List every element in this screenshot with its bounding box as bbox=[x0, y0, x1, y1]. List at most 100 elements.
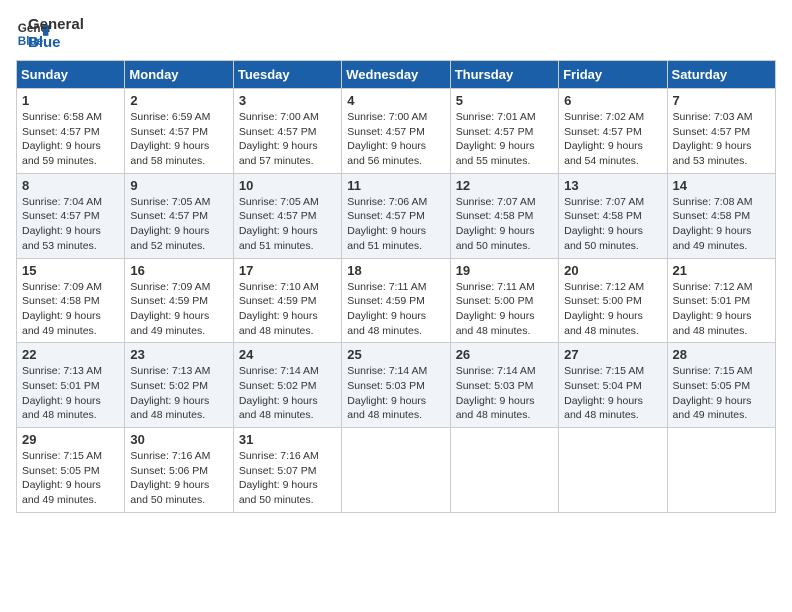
day-number: 1 bbox=[22, 93, 119, 108]
col-header-sunday: Sunday bbox=[17, 61, 125, 89]
day-number: 14 bbox=[673, 178, 770, 193]
calendar-cell: 19 Sunrise: 7:11 AMSunset: 5:00 PMDayligh… bbox=[450, 258, 558, 343]
calendar-cell bbox=[559, 428, 667, 513]
day-info: Sunrise: 6:58 AMSunset: 4:57 PMDaylight:… bbox=[22, 111, 102, 167]
day-info: Sunrise: 7:03 AMSunset: 4:57 PMDaylight:… bbox=[673, 111, 753, 167]
calendar-cell: 18 Sunrise: 7:11 AMSunset: 4:59 PMDayligh… bbox=[342, 258, 450, 343]
day-number: 21 bbox=[673, 263, 770, 278]
calendar-cell: 21 Sunrise: 7:12 AMSunset: 5:01 PMDayligh… bbox=[667, 258, 775, 343]
day-info: Sunrise: 7:14 AMSunset: 5:03 PMDaylight:… bbox=[456, 365, 536, 421]
day-number: 19 bbox=[456, 263, 553, 278]
day-number: 23 bbox=[130, 347, 227, 362]
week-row-3: 15 Sunrise: 7:09 AMSunset: 4:58 PMDayligh… bbox=[17, 258, 776, 343]
day-info: Sunrise: 7:08 AMSunset: 4:58 PMDaylight:… bbox=[673, 196, 753, 252]
day-info: Sunrise: 6:59 AMSunset: 4:57 PMDaylight:… bbox=[130, 111, 210, 167]
calendar-cell: 4 Sunrise: 7:00 AMSunset: 4:57 PMDaylight… bbox=[342, 89, 450, 174]
calendar-cell: 31 Sunrise: 7:16 AMSunset: 5:07 PMDayligh… bbox=[233, 428, 341, 513]
day-info: Sunrise: 7:00 AMSunset: 4:57 PMDaylight:… bbox=[347, 111, 427, 167]
day-number: 20 bbox=[564, 263, 661, 278]
calendar-cell: 10Sunrise: 7:05 AMSunset: 4:57 PMDayligh… bbox=[233, 173, 341, 258]
day-number: 31 bbox=[239, 432, 336, 447]
day-number: 16 bbox=[130, 263, 227, 278]
day-info: Sunrise: 7:09 AMSunset: 4:58 PMDaylight:… bbox=[22, 281, 102, 337]
day-info: Sunrise: 7:06 AMSunset: 4:57 PMDaylight:… bbox=[347, 196, 427, 252]
logo-general: General bbox=[28, 16, 84, 34]
week-row-5: 29 Sunrise: 7:15 AMSunset: 5:05 PMDayligh… bbox=[17, 428, 776, 513]
day-info: Sunrise: 7:00 AMSunset: 4:57 PMDaylight:… bbox=[239, 111, 319, 167]
day-number: 18 bbox=[347, 263, 444, 278]
calendar-cell: 16 Sunrise: 7:09 AMSunset: 4:59 PMDayligh… bbox=[125, 258, 233, 343]
day-info: Sunrise: 7:01 AMSunset: 4:57 PMDaylight:… bbox=[456, 111, 536, 167]
calendar-cell: 2 Sunrise: 6:59 AMSunset: 4:57 PMDaylight… bbox=[125, 89, 233, 174]
calendar-cell: 26 Sunrise: 7:14 AMSunset: 5:03 PMDayligh… bbox=[450, 343, 558, 428]
day-info: Sunrise: 7:16 AMSunset: 5:07 PMDaylight:… bbox=[239, 450, 319, 506]
day-info: Sunrise: 7:07 AMSunset: 4:58 PMDaylight:… bbox=[456, 196, 536, 252]
day-info: Sunrise: 7:15 AMSunset: 5:04 PMDaylight:… bbox=[564, 365, 644, 421]
calendar-cell: 30 Sunrise: 7:16 AMSunset: 5:06 PMDayligh… bbox=[125, 428, 233, 513]
day-info: Sunrise: 7:14 AMSunset: 5:02 PMDaylight:… bbox=[239, 365, 319, 421]
calendar-cell: 17Sunrise: 7:10 AMSunset: 4:59 PMDayligh… bbox=[233, 258, 341, 343]
day-number: 30 bbox=[130, 432, 227, 447]
calendar-cell: 29 Sunrise: 7:15 AMSunset: 5:05 PMDayligh… bbox=[17, 428, 125, 513]
day-info: Sunrise: 7:13 AMSunset: 5:02 PMDaylight:… bbox=[130, 365, 210, 421]
logo: General Blue General Blue bbox=[16, 16, 84, 52]
day-info: Sunrise: 7:15 AMSunset: 5:05 PMDaylight:… bbox=[22, 450, 102, 506]
day-number: 28 bbox=[673, 347, 770, 362]
day-number: 24 bbox=[239, 347, 336, 362]
col-header-monday: Monday bbox=[125, 61, 233, 89]
calendar-cell bbox=[450, 428, 558, 513]
day-number: 5 bbox=[456, 93, 553, 108]
day-info: Sunrise: 7:14 AMSunset: 5:03 PMDaylight:… bbox=[347, 365, 427, 421]
day-info: Sunrise: 7:04 AMSunset: 4:57 PMDaylight:… bbox=[22, 196, 102, 252]
calendar-cell: 13 Sunrise: 7:07 AMSunset: 4:58 PMDayligh… bbox=[559, 173, 667, 258]
calendar-cell: 8 Sunrise: 7:04 AMSunset: 4:57 PMDaylight… bbox=[17, 173, 125, 258]
day-number: 6 bbox=[564, 93, 661, 108]
logo-blue: Blue bbox=[28, 34, 84, 52]
day-number: 27 bbox=[564, 347, 661, 362]
col-header-thursday: Thursday bbox=[450, 61, 558, 89]
calendar-cell: 27 Sunrise: 7:15 AMSunset: 5:04 PMDayligh… bbox=[559, 343, 667, 428]
day-number: 3 bbox=[239, 93, 336, 108]
calendar-cell: 20 Sunrise: 7:12 AMSunset: 5:00 PMDayligh… bbox=[559, 258, 667, 343]
day-number: 25 bbox=[347, 347, 444, 362]
calendar-table: SundayMondayTuesdayWednesdayThursdayFrid… bbox=[16, 60, 776, 513]
calendar-cell: 9 Sunrise: 7:05 AMSunset: 4:57 PMDaylight… bbox=[125, 173, 233, 258]
col-header-tuesday: Tuesday bbox=[233, 61, 341, 89]
calendar-cell: 11 Sunrise: 7:06 AMSunset: 4:57 PMDayligh… bbox=[342, 173, 450, 258]
day-number: 12 bbox=[456, 178, 553, 193]
day-number: 9 bbox=[130, 178, 227, 193]
calendar-cell: 14 Sunrise: 7:08 AMSunset: 4:58 PMDayligh… bbox=[667, 173, 775, 258]
calendar-cell: 28 Sunrise: 7:15 AMSunset: 5:05 PMDayligh… bbox=[667, 343, 775, 428]
week-row-1: 1 Sunrise: 6:58 AMSunset: 4:57 PMDaylight… bbox=[17, 89, 776, 174]
day-info: Sunrise: 7:12 AMSunset: 5:01 PMDaylight:… bbox=[673, 281, 753, 337]
day-info: Sunrise: 7:05 AMSunset: 4:57 PMDaylight:… bbox=[130, 196, 210, 252]
week-row-2: 8 Sunrise: 7:04 AMSunset: 4:57 PMDaylight… bbox=[17, 173, 776, 258]
day-number: 4 bbox=[347, 93, 444, 108]
day-info: Sunrise: 7:12 AMSunset: 5:00 PMDaylight:… bbox=[564, 281, 644, 337]
calendar-cell: 12 Sunrise: 7:07 AMSunset: 4:58 PMDayligh… bbox=[450, 173, 558, 258]
col-header-saturday: Saturday bbox=[667, 61, 775, 89]
day-info: Sunrise: 7:02 AMSunset: 4:57 PMDaylight:… bbox=[564, 111, 644, 167]
calendar-cell: 5 Sunrise: 7:01 AMSunset: 4:57 PMDaylight… bbox=[450, 89, 558, 174]
day-info: Sunrise: 7:09 AMSunset: 4:59 PMDaylight:… bbox=[130, 281, 210, 337]
day-number: 2 bbox=[130, 93, 227, 108]
calendar-cell bbox=[342, 428, 450, 513]
calendar-header-row: SundayMondayTuesdayWednesdayThursdayFrid… bbox=[17, 61, 776, 89]
day-number: 26 bbox=[456, 347, 553, 362]
calendar-cell: 23 Sunrise: 7:13 AMSunset: 5:02 PMDayligh… bbox=[125, 343, 233, 428]
day-info: Sunrise: 7:07 AMSunset: 4:58 PMDaylight:… bbox=[564, 196, 644, 252]
calendar-cell: 22Sunrise: 7:13 AMSunset: 5:01 PMDayligh… bbox=[17, 343, 125, 428]
day-number: 8 bbox=[22, 178, 119, 193]
day-info: Sunrise: 7:15 AMSunset: 5:05 PMDaylight:… bbox=[673, 365, 753, 421]
calendar-cell: 3 Sunrise: 7:00 AMSunset: 4:57 PMDaylight… bbox=[233, 89, 341, 174]
day-number: 17 bbox=[239, 263, 336, 278]
day-info: Sunrise: 7:11 AMSunset: 4:59 PMDaylight:… bbox=[347, 281, 426, 337]
calendar-cell bbox=[667, 428, 775, 513]
day-number: 13 bbox=[564, 178, 661, 193]
day-number: 29 bbox=[22, 432, 119, 447]
day-info: Sunrise: 7:11 AMSunset: 5:00 PMDaylight:… bbox=[456, 281, 535, 337]
day-info: Sunrise: 7:16 AMSunset: 5:06 PMDaylight:… bbox=[130, 450, 210, 506]
day-info: Sunrise: 7:13 AMSunset: 5:01 PMDaylight:… bbox=[22, 365, 102, 421]
day-number: 15 bbox=[22, 263, 119, 278]
day-number: 11 bbox=[347, 178, 444, 193]
